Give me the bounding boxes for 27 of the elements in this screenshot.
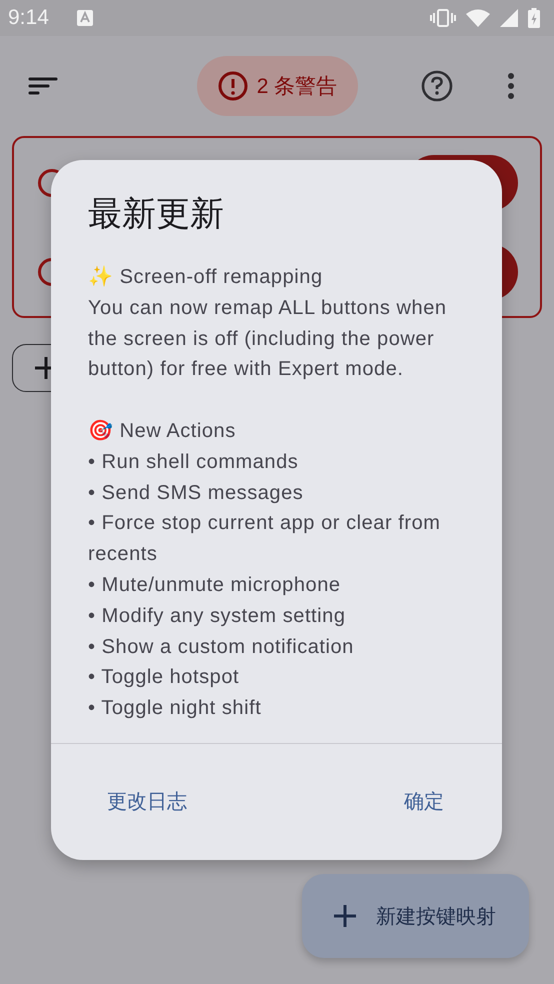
changelog-text: • Show a custom notification [88,634,355,660]
keyboard-notification-icon [76,10,93,26]
status-time: 9:14 [8,6,49,30]
dialog-button[interactable]: 确定 [392,784,456,819]
changelog-text: You can now remap ALL buttons when the screen is off (including the power button) for free with Expert mode. [88,296,448,382]
changelog-text: • Force stop current app or clear from recents [88,511,442,568]
signal-icon [500,9,518,27]
changelog-text: • Toggle night shift [88,696,262,722]
vibrate-icon [430,9,456,27]
new-mapping-button[interactable]: 新建按键映射 [302,874,529,958]
changelog-text: • Modify any system setting [88,604,346,629]
changelog-text: • Mute/unmute microphone [88,572,342,598]
warning-icon [218,71,248,101]
wifi-icon [466,9,490,27]
more-icon[interactable] [507,72,515,100]
sort-icon[interactable] [28,76,58,96]
changelog-text: • Send SMS messages [88,480,304,506]
section-heading: 🎯 New Actions [88,418,237,444]
dialog-button[interactable]: 更改日志 [95,784,199,819]
help-icon[interactable] [421,70,453,102]
changelog-text: • Run shell commands [88,450,300,475]
dialog-title: 最新更新 [88,194,224,235]
battery-icon [528,8,540,28]
warning-chip[interactable]: 2 条警告 [197,56,358,116]
plus-icon [334,905,356,927]
section-heading: ✨ Screen-off remapping [88,264,324,290]
changelog-text: • Toggle hotspot [88,665,240,690]
